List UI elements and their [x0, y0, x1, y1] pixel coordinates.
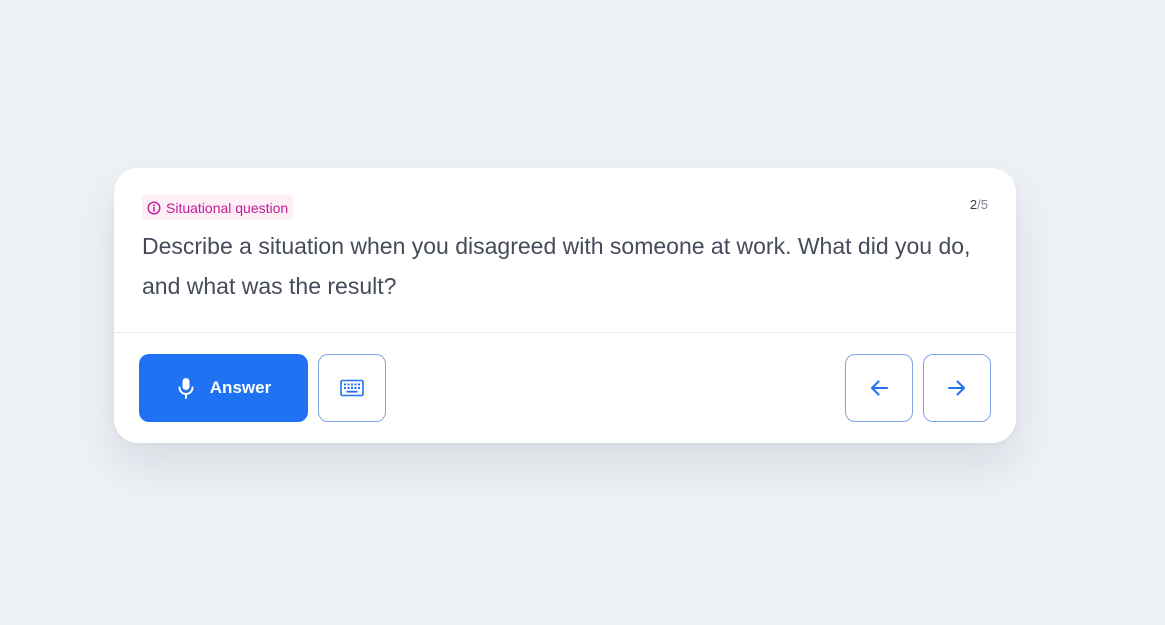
question-card-header: Situational question 2/5 Describe a situ… — [114, 168, 1016, 333]
question-counter-total: 5 — [980, 197, 988, 212]
answer-button[interactable]: Answer — [139, 354, 308, 422]
question-type-badge: Situational question — [142, 195, 294, 220]
keyboard-input-button[interactable] — [318, 354, 386, 422]
arrow-left-icon — [870, 380, 889, 396]
question-type-label: Situational question — [166, 199, 289, 216]
next-question-button[interactable] — [923, 354, 991, 422]
info-circle-icon — [147, 200, 161, 215]
previous-question-button[interactable] — [845, 354, 913, 422]
question-text: Describe a situation when you disagreed … — [142, 233, 971, 299]
microphone-icon — [178, 378, 194, 399]
arrow-right-icon — [947, 380, 966, 396]
answer-button-label: Answer — [209, 378, 272, 397]
question-counter: 2/5 — [970, 197, 988, 212]
keyboard-icon — [340, 379, 364, 397]
question-card: Situational question 2/5 Describe a situ… — [114, 168, 1016, 443]
